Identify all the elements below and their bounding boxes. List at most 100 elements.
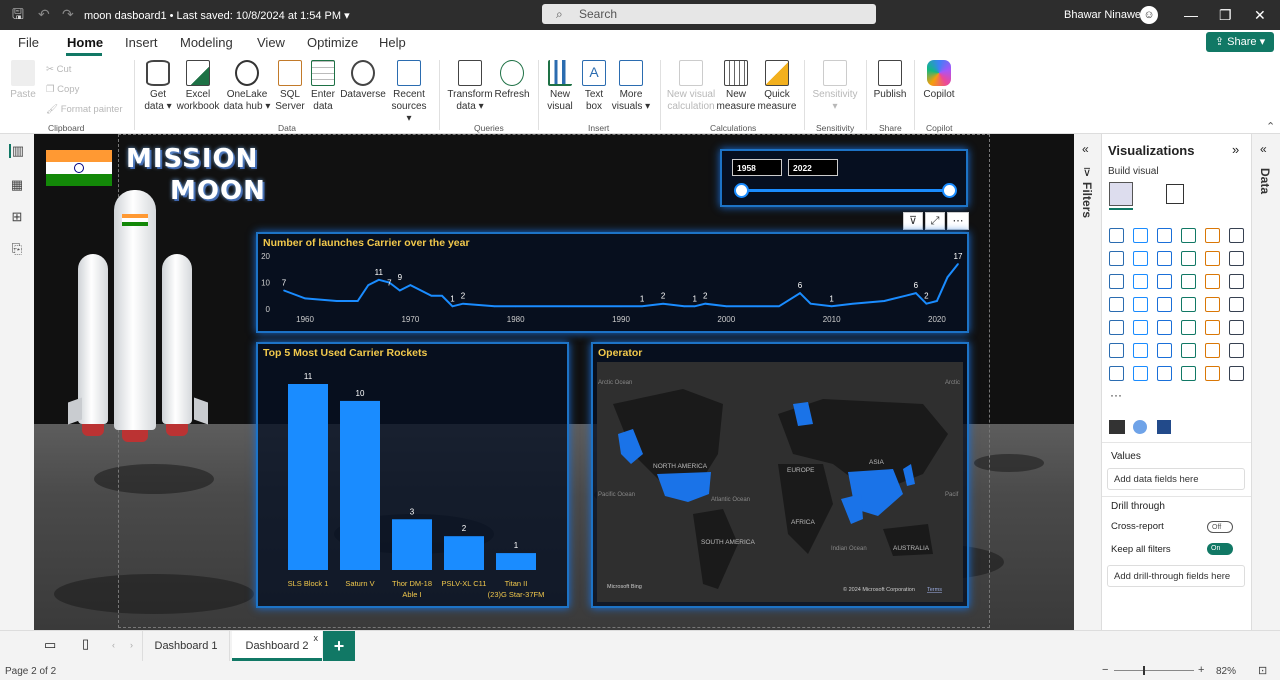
mobile-layout-icon[interactable]: ▯ bbox=[82, 636, 89, 652]
visual-type-icon[interactable] bbox=[1109, 228, 1124, 243]
data-pane-collapsed[interactable]: « Data bbox=[1252, 134, 1280, 630]
undo-icon[interactable]: ↶ bbox=[38, 7, 50, 21]
close-icon[interactable]: ✕ bbox=[1254, 7, 1266, 24]
visual-type-icon[interactable] bbox=[1157, 228, 1172, 243]
visual-type-icon[interactable] bbox=[1205, 297, 1220, 312]
visual-type-icon[interactable] bbox=[1229, 320, 1244, 335]
custom-visual-icon[interactable] bbox=[1109, 420, 1125, 434]
menu-optimize[interactable]: Optimize bbox=[307, 35, 358, 50]
visual-type-icon[interactable] bbox=[1229, 343, 1244, 358]
maximize-icon[interactable]: ❐ bbox=[1219, 7, 1232, 24]
recent-sources-button[interactable]: Recent sources ▾ bbox=[388, 60, 430, 125]
visual-type-icon[interactable] bbox=[1133, 274, 1148, 289]
filters-label[interactable]: Filters bbox=[1080, 182, 1094, 218]
sensitivity-button[interactable]: Sensitivity ▾ bbox=[810, 60, 860, 113]
visual-type-icon[interactable] bbox=[1229, 297, 1244, 312]
visual-type-icon[interactable] bbox=[1205, 274, 1220, 289]
format-visual-tab-icon[interactable] bbox=[1166, 184, 1184, 204]
menu-modeling[interactable]: Modeling bbox=[180, 35, 233, 50]
bar-chart-panel[interactable]: Top 5 Most Used Carrier Rockets 11 SLS Bl… bbox=[256, 342, 569, 608]
visual-type-icon[interactable] bbox=[1133, 297, 1148, 312]
visual-type-icon[interactable] bbox=[1181, 274, 1196, 289]
quick-measure-button[interactable]: Quick measure bbox=[756, 60, 798, 113]
visual-type-icon[interactable] bbox=[1229, 274, 1244, 289]
visual-type-icon[interactable] bbox=[1157, 274, 1172, 289]
values-drop-zone[interactable]: Add data fields here bbox=[1107, 468, 1245, 490]
report-canvas[interactable]: MISSION MOON 1958 2022 ⊽ ⤢ ⋯ Number of l… bbox=[34, 134, 1074, 630]
visual-type-icon[interactable] bbox=[1157, 297, 1172, 312]
slider-start-handle[interactable] bbox=[734, 183, 749, 198]
publish-button[interactable]: Publish bbox=[872, 60, 908, 101]
visual-type-icon[interactable] bbox=[1229, 228, 1244, 243]
more-visuals-button[interactable]: More visuals ▾ bbox=[610, 60, 652, 113]
build-visual-tab-icon[interactable] bbox=[1109, 182, 1133, 206]
keep-filters-toggle[interactable]: On bbox=[1207, 543, 1233, 555]
new-visual-button[interactable]: New visual bbox=[542, 60, 578, 113]
table-view-icon[interactable]: ▦ bbox=[9, 178, 25, 192]
visual-type-icon[interactable] bbox=[1133, 251, 1148, 266]
collapse-ribbon-icon[interactable]: ⌃ bbox=[1266, 120, 1275, 133]
excel-workbook-button[interactable]: Excel workbook bbox=[174, 60, 222, 113]
slider-end-input[interactable]: 2022 bbox=[788, 159, 838, 176]
shape-map-icon[interactable] bbox=[1157, 420, 1171, 434]
visual-type-icon[interactable] bbox=[1109, 320, 1124, 335]
report-view-icon[interactable]: ▥ bbox=[9, 144, 25, 158]
add-page-button[interactable]: + bbox=[323, 631, 355, 661]
visual-type-icon[interactable] bbox=[1181, 343, 1196, 358]
collapse-visualizations-icon[interactable]: » bbox=[1232, 142, 1239, 157]
line-chart-panel[interactable]: Number of launches Carrier over the year… bbox=[256, 232, 969, 333]
transform-data-button[interactable]: Transform data ▾ bbox=[446, 60, 494, 113]
more-visuals-ellipsis[interactable]: ··· bbox=[1110, 388, 1122, 402]
drill-through-drop-zone[interactable]: Add drill-through fields here bbox=[1107, 565, 1245, 587]
visual-type-icon[interactable] bbox=[1109, 251, 1124, 266]
menu-file[interactable]: File bbox=[18, 35, 39, 50]
data-label[interactable]: Data bbox=[1258, 168, 1272, 194]
visual-type-icon[interactable] bbox=[1133, 366, 1148, 381]
menu-insert[interactable]: Insert bbox=[125, 35, 158, 50]
avatar[interactable]: ☺ bbox=[1140, 6, 1158, 24]
visual-type-icon[interactable] bbox=[1205, 366, 1220, 381]
expand-filters-icon[interactable]: « bbox=[1082, 142, 1089, 156]
filter-icon[interactable]: ⊽ bbox=[903, 212, 923, 230]
visual-type-icon[interactable] bbox=[1181, 297, 1196, 312]
filters-pane-collapsed[interactable]: « ⊽ Filters bbox=[1074, 134, 1102, 630]
slider-start-input[interactable]: 1958 bbox=[732, 159, 782, 176]
format-painter-button[interactable]: 🖌 Format painter bbox=[46, 104, 122, 115]
focus-mode-icon[interactable]: ⤢ bbox=[925, 212, 945, 230]
copy-button[interactable]: ❐ Copy bbox=[46, 84, 79, 95]
year-range-slicer[interactable]: 1958 2022 bbox=[720, 149, 968, 207]
fit-to-page-icon[interactable]: ⊡ bbox=[1258, 664, 1267, 677]
visual-type-icon[interactable] bbox=[1133, 343, 1148, 358]
slider-end-handle[interactable] bbox=[942, 183, 957, 198]
visual-type-icon[interactable] bbox=[1205, 320, 1220, 335]
cut-button[interactable]: ✂ Cut bbox=[46, 64, 71, 75]
minimize-icon[interactable]: — bbox=[1184, 7, 1198, 23]
new-measure-button[interactable]: New measure bbox=[716, 60, 756, 113]
menu-help[interactable]: Help bbox=[379, 35, 406, 50]
more-options-icon[interactable]: ⋯ bbox=[947, 212, 969, 230]
azure-map-icon[interactable] bbox=[1133, 420, 1147, 434]
visual-type-icon[interactable] bbox=[1109, 343, 1124, 358]
slider-track[interactable] bbox=[742, 189, 950, 192]
visual-type-icon[interactable] bbox=[1109, 366, 1124, 381]
prev-page-icon[interactable]: ‹ bbox=[112, 640, 115, 650]
dax-query-view-icon[interactable]: ⎘ bbox=[9, 242, 25, 256]
visual-type-icon[interactable] bbox=[1157, 366, 1172, 381]
cross-report-toggle[interactable]: Off bbox=[1207, 521, 1233, 533]
zoom-out-icon[interactable]: − bbox=[1102, 664, 1108, 676]
expand-data-icon[interactable]: « bbox=[1260, 142, 1267, 156]
visual-type-icon[interactable] bbox=[1133, 228, 1148, 243]
visual-type-icon[interactable] bbox=[1181, 320, 1196, 335]
menu-view[interactable]: View bbox=[257, 35, 285, 50]
desktop-layout-icon[interactable]: ▭ bbox=[44, 637, 56, 653]
visual-type-icon[interactable] bbox=[1181, 366, 1196, 381]
paste-button[interactable]: Paste bbox=[8, 60, 38, 101]
map-panel[interactable]: Operator Arctic Ocean Arctic NORTH AMERI… bbox=[591, 342, 969, 608]
save-icon[interactable]: 🖫 bbox=[12, 7, 24, 21]
visual-type-icon[interactable] bbox=[1205, 228, 1220, 243]
visual-type-icon[interactable] bbox=[1157, 320, 1172, 335]
onelake-button[interactable]: OneLake data hub ▾ bbox=[222, 60, 272, 113]
redo-icon[interactable]: ↷ bbox=[62, 7, 74, 21]
model-view-icon[interactable]: ⊞ bbox=[9, 210, 25, 224]
enter-data-button[interactable]: Enter data bbox=[308, 60, 338, 113]
